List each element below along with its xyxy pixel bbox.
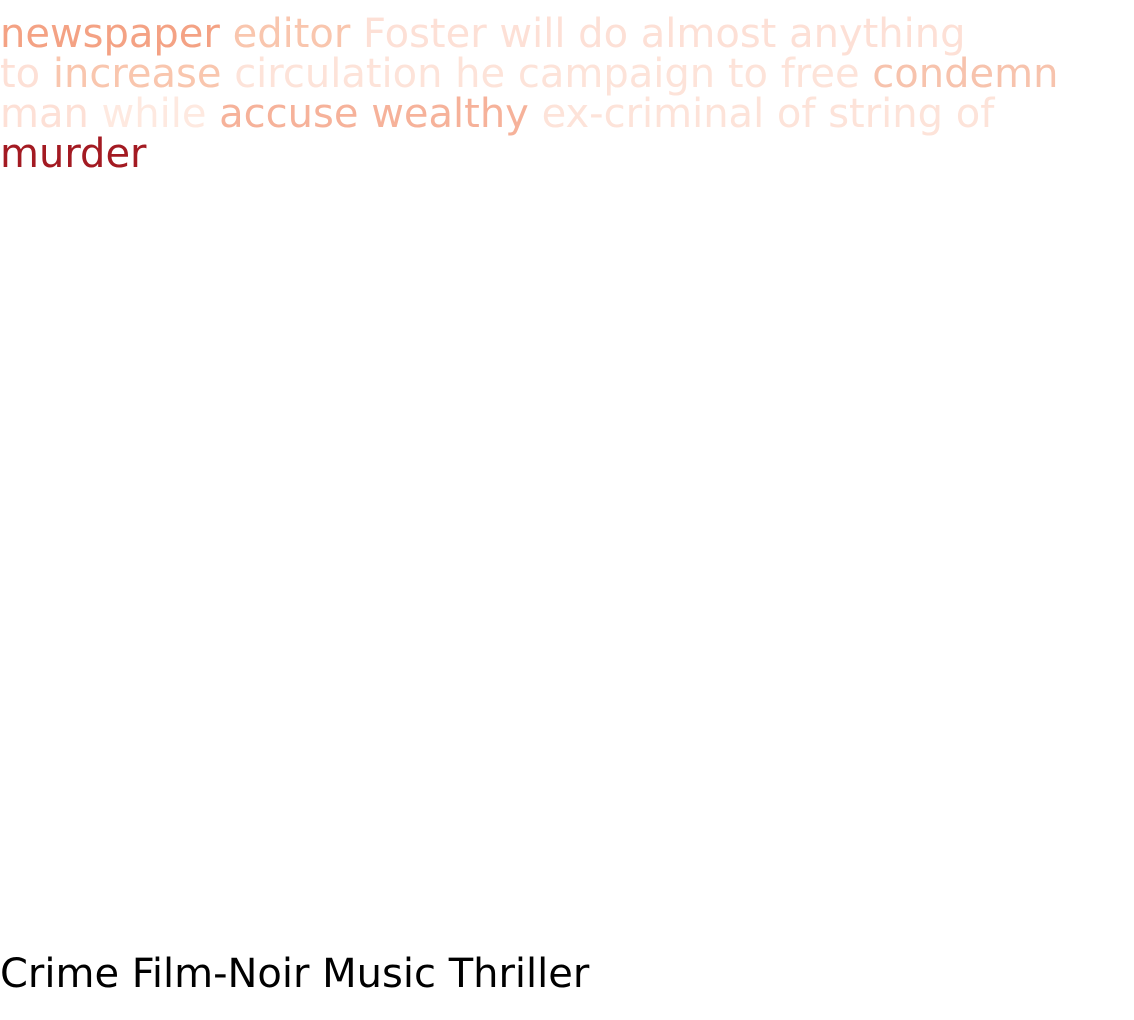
passage-word: ex-criminal — [541, 91, 765, 137]
passage-word: string — [828, 91, 944, 137]
passage-word: wealthy — [371, 91, 529, 137]
highlighted-passage: newspaper editor Foster will do almost a… — [0, 14, 1120, 174]
passage-word: murder — [0, 131, 147, 177]
passage-line: newspaper editor Foster will do almost a… — [0, 14, 1120, 54]
genre-labels: Crime Film-Noir Music Thriller — [0, 951, 590, 997]
passage-word: of — [776, 91, 816, 137]
passage-word: of — [955, 91, 995, 137]
passage-line: murder — [0, 134, 1120, 174]
passage-line: man while accuse wealthy ex-criminal of … — [0, 94, 1120, 134]
passage-word: accuse — [219, 91, 359, 137]
passage-line: to increase circulation he campaign to f… — [0, 54, 1120, 94]
